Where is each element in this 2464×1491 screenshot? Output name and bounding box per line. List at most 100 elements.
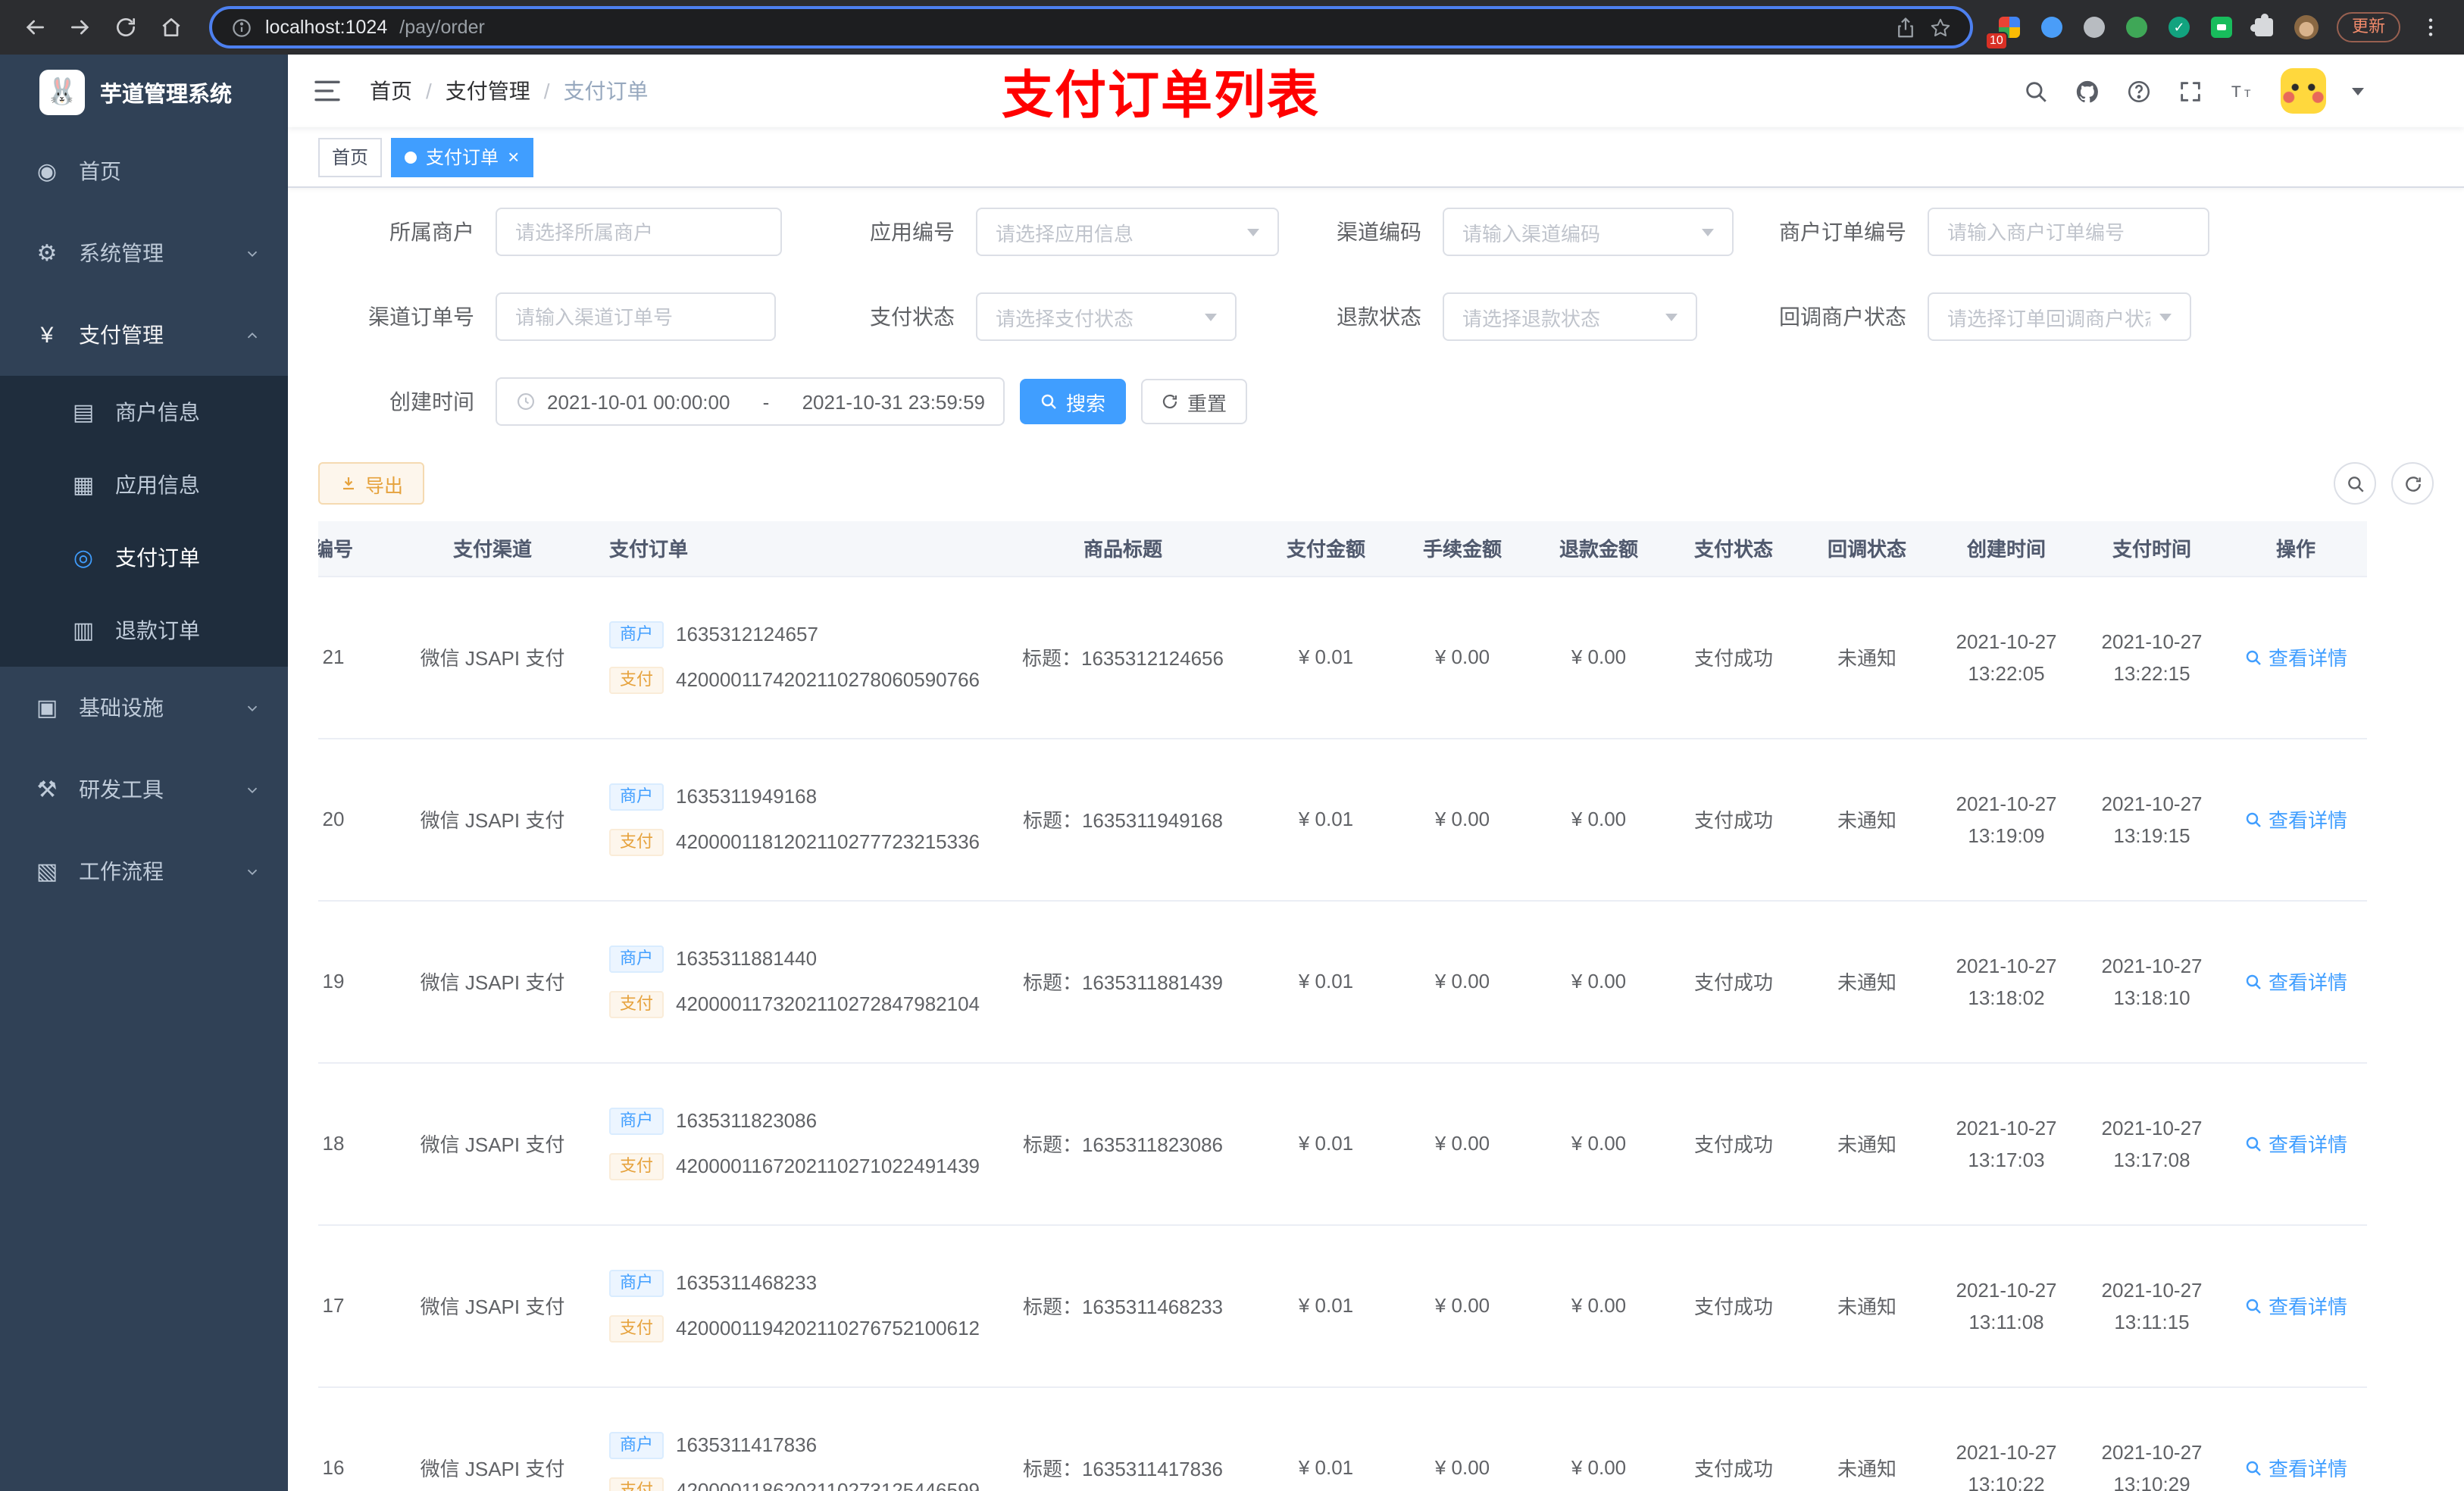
pay-badge: 支付 [609,828,664,855]
sidebar-item-home[interactable]: ◉ 首页 [0,130,288,212]
order-pay-time: 2021-10-27 13:10:29 [2079,1386,2225,1491]
reload-icon[interactable] [106,8,145,47]
order-fee: ¥ 0.00 [1394,576,1531,739]
col-refund: 退款金额 [1531,521,1667,577]
browser-update-button[interactable]: 更新 [2337,12,2400,42]
view-detail-link[interactable]: 查看详情 [2244,805,2347,833]
share-icon[interactable] [1894,16,1917,39]
home-icon[interactable] [152,8,191,47]
order-pay-time: 2021-10-27 13:19:15 [2079,738,2225,901]
extension-drop-icon[interactable] [2034,9,2070,45]
app-logo[interactable]: 🐰 芋道管理系统 [0,55,288,130]
col-fee: 手续金额 [1394,521,1531,577]
grid-icon: ▦ [72,473,95,499]
order-numbers: 商户 1635311881440 支付 42000011732021102728… [591,900,988,1063]
toggle-search-button[interactable] [2334,462,2376,505]
sidebar-item-pay[interactable]: ¥ 支付管理 [0,294,288,376]
extension-green-icon[interactable] [2118,9,2155,45]
search-button[interactable]: 搜索 [1020,379,1126,424]
pay-badge: 支付 [609,990,664,1017]
order-id: 20 [318,738,394,901]
sidebar-item-pay-order[interactable]: ◎ 支付订单 [0,521,288,594]
pay-order-no: 4200001174202110278060590766 [676,668,980,691]
range-start: 2021-10-01 00:00:00 [547,390,730,413]
refund-status-filter-label: 退款状态 [1337,305,1421,329]
order-create-time: 2021-10-27 13:17:03 [1934,1062,2079,1225]
pay-status-filter-select[interactable]: 请选择支付状态 [976,292,1237,341]
extension-chat-icon[interactable] [2203,9,2240,45]
sidebar-item-system[interactable]: ⚙ 系统管理 [0,212,288,294]
col-pay-time: 支付时间 [2079,521,2225,577]
back-icon[interactable] [15,8,55,47]
refund-status-filter-select[interactable]: 请选择退款状态 [1443,292,1697,341]
chevron-down-icon[interactable] [2352,87,2364,101]
merchant-filter-input[interactable] [496,208,782,256]
sidebar-item-refund-order[interactable]: ▥ 退款订单 [0,594,288,667]
pay-badge: 支付 [609,1152,664,1180]
order-channel: 微信 JSAPI 支付 [394,1062,591,1225]
font-size-icon[interactable]: TT [2229,78,2255,104]
clock-icon [518,393,534,410]
sidebar-item-app-info[interactable]: ▦ 应用信息 [0,449,288,521]
sidebar-item-infra[interactable]: ▣ 基础设施 [0,667,288,749]
order-notify-status: 未通知 [1800,1224,1934,1387]
user-avatar[interactable] [2281,68,2326,114]
chevron-down-icon [1702,229,1714,242]
channel-order-no-filter-input[interactable] [496,292,776,341]
search-icon[interactable] [2023,78,2049,104]
document-icon: ▥ [72,618,95,644]
forward-icon[interactable] [61,8,100,47]
close-icon[interactable]: × [508,147,519,167]
github-icon[interactable] [2075,78,2100,104]
channel-code-filter-select[interactable]: 请输入渠道编码 [1443,208,1734,256]
chevron-down-icon [1665,314,1678,327]
app-no-filter-select[interactable]: 请选择应用信息 [976,208,1279,256]
bookmark-star-icon[interactable] [1929,16,1952,39]
extension-check-icon[interactable]: ✓ [2161,9,2197,45]
breadcrumb-section[interactable]: 支付管理 [446,76,530,106]
order-refund: ¥ 0.00 [1531,576,1667,739]
chevron-down-icon [1247,229,1259,242]
view-detail-link[interactable]: 查看详情 [2244,1453,2347,1482]
url-bar[interactable]: localhost:1024/pay/order [209,6,1973,48]
tag-home[interactable]: 首页 [318,137,383,177]
create-time-range-input[interactable]: 2021-10-01 00:00:00 - 2021-10-31 23:59:5… [496,377,1005,426]
fullscreen-icon[interactable] [2178,78,2203,104]
view-detail-link[interactable]: 查看详情 [2244,967,2347,996]
site-info-icon[interactable] [230,16,253,39]
app-no-filter-label: 应用编号 [870,220,955,244]
browser-menu-icon[interactable] [2412,9,2449,45]
view-detail-link[interactable]: 查看详情 [2244,1129,2347,1158]
merchant-order-no: 1635311823086 [676,1109,818,1132]
merchant-order-no-filter-input[interactable] [1928,208,2209,256]
sidebar-item-devtools[interactable]: ⚒ 研发工具 [0,749,288,830]
order-title: 标题：1635311881439 [988,900,1258,1063]
order-amount: ¥ 0.01 [1258,1386,1394,1491]
puzzle-extensions-icon[interactable] [2246,9,2282,45]
order-title: 标题：1635312124656 [988,576,1258,739]
extension-gray-icon[interactable] [2076,9,2112,45]
breadcrumb-home[interactable]: 首页 [370,76,412,106]
tag-pay-order[interactable]: 支付订单 × [391,137,533,177]
order-numbers: 商户 1635312124657 支付 42000011742021102780… [591,576,988,739]
view-detail-link[interactable]: 查看详情 [2244,642,2347,671]
hamburger-icon[interactable] [312,76,342,106]
order-channel: 微信 JSAPI 支付 [394,1386,591,1491]
notify-status-filter-select[interactable]: 请选择订单回调商户状态 [1928,292,2191,341]
sidebar-item-workflow[interactable]: ▧ 工作流程 [0,830,288,912]
create-time-filter-label: 创建时间 [389,389,474,414]
browser-profile-avatar[interactable] [2288,9,2325,45]
merchant-order-no: 1635311881440 [676,947,818,970]
reset-button[interactable]: 重置 [1141,379,1247,424]
help-icon[interactable] [2126,78,2152,104]
order-create-time: 2021-10-27 13:18:02 [1934,900,2079,1063]
refresh-table-button[interactable] [2391,462,2434,505]
pay-submenu: ▤ 商户信息 ▦ 应用信息 ◎ 支付订单 ▥ 退款订单 [0,376,288,667]
order-actions: 查看详情 [2225,1386,2367,1491]
order-title: 标题：1635311823086 [988,1062,1258,1225]
sidebar-item-merchant-info[interactable]: ▤ 商户信息 [0,376,288,449]
view-detail-link[interactable]: 查看详情 [2244,1291,2347,1320]
export-button[interactable]: 导出 [318,462,425,505]
order-notify-status: 未通知 [1800,576,1934,739]
extension-grid-icon[interactable]: 10 [1985,9,2028,50]
